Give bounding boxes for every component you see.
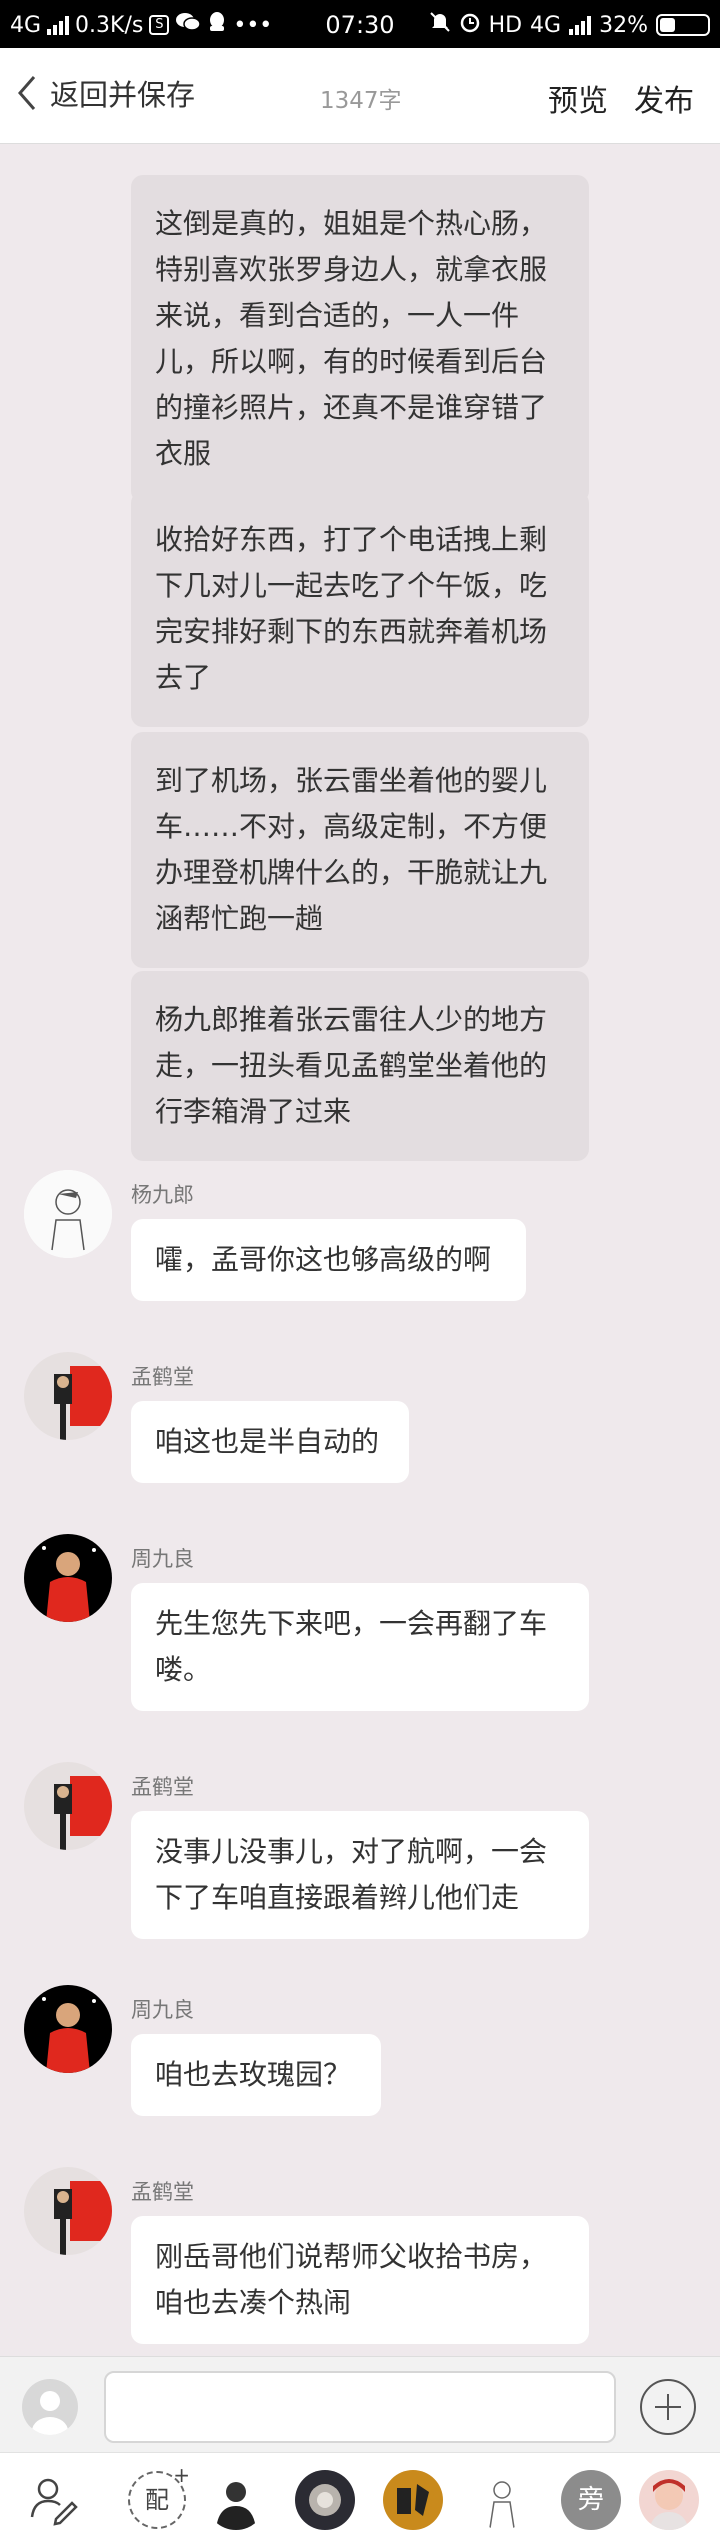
battery-percent: 32% (599, 12, 648, 38)
add-button[interactable] (640, 2379, 696, 2435)
narration-bubble[interactable]: 杨九郎推着张云雷往人少的地方走，一扭头看见孟鹤堂坐着他的行李箱滑了过来 (131, 971, 589, 1161)
message-bubble[interactable]: 没事儿没事儿，对了航啊，一会下了车咱直接跟着辫儿他们走 (131, 1811, 589, 1939)
message-bubble[interactable]: 咱也去玫瑰园？ (131, 2034, 381, 2116)
narration-bubble[interactable]: 到了机场，张云雷坐着他的婴儿车……不对，高级定制，不方便办理登机牌什么的，干脆就… (131, 732, 589, 968)
avatar-zhou[interactable] (24, 1985, 112, 2073)
narration-bubble[interactable]: 收拾好东西，打了个电话拽上剩下几对儿一起去吃了个午饭，吃完安排好剩下的东西就奔着… (131, 491, 589, 727)
character-avatar[interactable] (383, 2470, 443, 2530)
message-sender: 周九良 (131, 1547, 194, 1571)
avatar-meng[interactable] (24, 2167, 112, 2255)
avatar-zhou[interactable] (24, 1534, 112, 1622)
battery-icon (656, 14, 710, 36)
message-sender: 周九良 (131, 1998, 194, 2022)
status-bar: 4G 0.3K/s S ••• 07:30 HD 4G 32% (0, 0, 720, 48)
chevron-left-icon (18, 76, 36, 110)
back-save-button[interactable]: 返回并保存 (14, 72, 195, 114)
user-avatar[interactable] (22, 2379, 78, 2435)
hd-label: HD (488, 12, 523, 38)
narration-bubble[interactable]: 这倒是真的，姐姐是个热心肠，特别喜欢张罗身边人，就拿衣服来说，看到合适的，一人一… (131, 175, 589, 503)
message-bubble[interactable]: 嚯，孟哥你这也够高级的啊 (131, 1219, 526, 1301)
word-count: 1347字 (320, 88, 402, 114)
avatar-meng[interactable] (24, 1762, 112, 1850)
avatar-meng[interactable] (24, 1352, 112, 1440)
message-sender: 孟鹤堂 (131, 1775, 194, 1799)
character-avatar[interactable] (295, 2470, 355, 2530)
message-bubble[interactable]: 咱这也是半自动的 (131, 1401, 409, 1483)
character-avatar[interactable] (472, 2470, 532, 2530)
narrator-add-button[interactable]: 配 + (128, 2465, 190, 2529)
message-bubble[interactable]: 刚岳哥他们说帮师父收拾书房，咱也去凑个热闹 (131, 2216, 589, 2344)
alarm-icon (459, 11, 481, 39)
message-sender: 杨九郎 (131, 1183, 194, 1207)
character-avatar[interactable] (206, 2470, 266, 2530)
preview-button[interactable]: 预览 (548, 76, 608, 120)
message-input[interactable] (104, 2371, 616, 2443)
narration-role-avatar[interactable]: 旁 (561, 2470, 621, 2530)
mute-icon (429, 11, 451, 39)
message-sender: 孟鹤堂 (131, 1365, 194, 1389)
publish-button[interactable]: 发布 (634, 76, 694, 120)
character-avatar[interactable] (639, 2470, 699, 2530)
top-nav-bar: 返回并保存 1347字 预览 发布 (0, 48, 720, 144)
manage-characters-icon[interactable] (26, 2471, 82, 2527)
back-save-label: 返回并保存 (50, 78, 196, 112)
input-bar (0, 2356, 720, 2452)
narrator-label: 配 (145, 2486, 169, 2514)
network-type-2: 4G (530, 12, 562, 38)
character-bar: 配 + 旁 (0, 2452, 720, 2546)
message-sender: 孟鹤堂 (131, 2180, 194, 2204)
avatar-sketch[interactable] (24, 1170, 112, 1258)
signal-icon-2 (569, 15, 592, 35)
plus-icon: + (173, 2463, 190, 2487)
message-bubble[interactable]: 先生您先下来吧，一会再翻了车喽。 (131, 1583, 589, 1711)
status-right: HD 4G 32% (429, 11, 710, 39)
